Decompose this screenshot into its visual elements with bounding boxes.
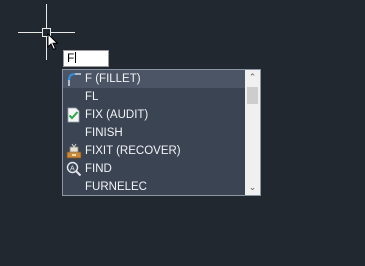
suggestion-label: FIND — [85, 163, 112, 175]
svg-text:A: A — [70, 166, 75, 173]
suggestion-item-fix-audit[interactable]: FIX (AUDIT) — [63, 106, 245, 124]
fillet-icon — [68, 73, 81, 86]
recover-icon — [66, 143, 82, 159]
suggestion-label: FIX (AUDIT) — [85, 109, 149, 121]
dropdown-scrollbar[interactable]: ⌃ ⌄ — [245, 70, 260, 195]
suggestion-item-fl[interactable]: FL — [63, 88, 245, 106]
suggestion-item-fillet[interactable]: F (FILLET) — [63, 70, 245, 88]
dynamic-input-field[interactable]: F — [63, 50, 109, 67]
suggestion-item-finish[interactable]: FINISH — [63, 124, 245, 142]
find-icon: A — [66, 161, 82, 177]
audit-icon — [67, 107, 80, 123]
suggestion-item-fixit-recover[interactable]: FIXIT (RECOVER) — [63, 142, 245, 160]
scroll-thumb[interactable] — [247, 87, 258, 104]
suggestion-item-furnelec[interactable]: FURNELEC — [63, 178, 245, 196]
autocomplete-dropdown[interactable]: F (FILLET) FL FIX (AUDIT) FINISH FIXIT (… — [62, 69, 261, 196]
scroll-up-icon[interactable]: ⌃ — [245, 70, 260, 85]
text-caret — [75, 52, 77, 63]
scroll-down-icon[interactable]: ⌄ — [245, 180, 260, 195]
suggestion-label: FURNELEC — [85, 181, 147, 193]
drawing-canvas[interactable]: F F (FILLET) FL FIX (AUDIT) FINISH FIXIT… — [0, 0, 365, 266]
dynamic-input-value: F — [67, 51, 75, 65]
suggestion-label: FINISH — [85, 127, 123, 139]
suggestion-item-find[interactable]: A FIND — [63, 160, 245, 178]
suggestion-list: F (FILLET) FL FIX (AUDIT) FINISH FIXIT (… — [63, 70, 245, 195]
suggestion-label: F (FILLET) — [85, 73, 141, 85]
arrow-cursor-icon — [47, 33, 59, 51]
suggestion-label: FIXIT (RECOVER) — [85, 145, 181, 157]
suggestion-label: FL — [85, 91, 99, 103]
